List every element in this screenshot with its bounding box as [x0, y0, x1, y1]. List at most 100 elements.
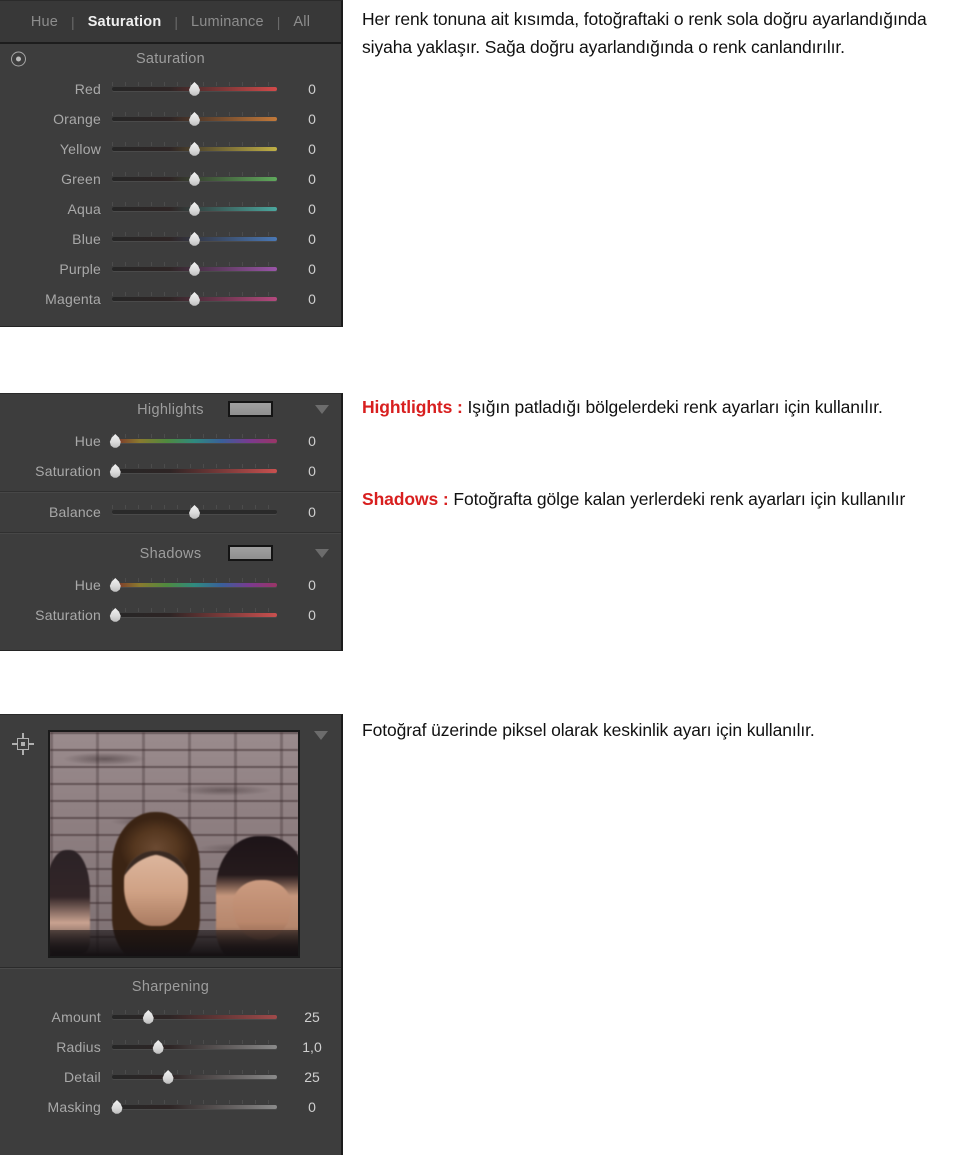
detail-panel: Sharpening Amount 25 Radius 1,0 Detail 25 Mask…	[0, 714, 343, 1155]
tab-saturation[interactable]: Saturation	[75, 14, 175, 30]
sharpening-masking-row: Masking 0	[0, 1092, 341, 1122]
sharpening-masking-slider[interactable]	[111, 1099, 277, 1115]
detail-preview-area	[0, 715, 341, 967]
splittone-balance-value[interactable]: 0	[287, 504, 341, 520]
hsl-blue-label: Blue	[72, 231, 101, 247]
shadows-hue-value[interactable]: 0	[287, 577, 341, 593]
sharpening-detail-value[interactable]: 25	[287, 1069, 341, 1085]
splittone-balance-slider[interactable]	[112, 504, 277, 520]
hsl-magenta-label: Magenta	[45, 291, 101, 307]
shadows-slider-list: Hue 0 Saturation 0	[0, 570, 341, 630]
sharpening-amount-label: Amount	[51, 1009, 101, 1025]
highlights-hue-track[interactable]	[112, 439, 277, 443]
sharpening-amount-ticks	[112, 1010, 277, 1014]
sharpening-masking-value[interactable]: 0	[287, 1099, 341, 1115]
sharpening-amount-track[interactable]	[112, 1015, 277, 1019]
shadows-hue-label: Hue	[74, 577, 101, 593]
hsl-yellow-value[interactable]: 0	[287, 141, 341, 157]
sharpening-detail-ticks	[112, 1070, 277, 1074]
sharpening-radius-track[interactable]	[112, 1045, 277, 1049]
shadows-color-swatch[interactable]	[228, 545, 273, 561]
hsl-yellow-slider[interactable]	[112, 141, 277, 157]
sharpening-radius-slider[interactable]	[112, 1039, 277, 1055]
shadows-hue-track[interactable]	[112, 583, 277, 587]
hsl-slider-list: Red 0 Orange 0 Yellow 0 Green 0 Aqua 0 Blue 0 Purple…	[0, 74, 341, 314]
crosshair-arm-bottom	[22, 750, 24, 755]
hsl-purple-slider[interactable]	[112, 261, 277, 277]
hsl-green-slider[interactable]	[112, 171, 277, 187]
hsl-color-panel: Hue | Saturation | Luminance | All Satur…	[0, 0, 343, 327]
preview-foreground-shadow	[50, 930, 298, 956]
tab-hue[interactable]: Hue	[18, 14, 71, 30]
hsl-red-slider[interactable]	[112, 81, 277, 97]
hsl-orange-value[interactable]: 0	[287, 111, 341, 127]
detail-chevron-down-icon[interactable]	[314, 731, 328, 740]
highlights-hue-value[interactable]: 0	[287, 433, 341, 449]
hsl-purple-value[interactable]: 0	[287, 261, 341, 277]
hsl-tab-strip: Hue | Saturation | Luminance | All	[0, 1, 341, 44]
shadows-saturation-slider[interactable]	[109, 607, 277, 623]
shadows-chevron-down-icon[interactable]	[315, 549, 329, 558]
sharpening-amount-slider[interactable]	[112, 1009, 277, 1025]
paragraph-shadows: Shadows : Fotoğrafta gölge kalan yerlerd…	[362, 485, 942, 513]
hsl-green-label: Green	[61, 171, 101, 187]
splittone-balance-label: Balance	[49, 504, 101, 520]
hsl-green-row: Green 0	[0, 164, 341, 194]
highlights-saturation-ticks	[112, 464, 277, 468]
shadows-saturation-row: Saturation 0	[0, 600, 341, 630]
hsl-aqua-slider[interactable]	[112, 201, 277, 217]
sharpening-detail-slider[interactable]	[112, 1069, 277, 1085]
shadows-saturation-value[interactable]: 0	[287, 607, 341, 623]
shadows-title: Shadows	[139, 546, 202, 562]
hsl-purple-row: Purple 0	[0, 254, 341, 284]
shadows-hue-row: Hue 0	[0, 570, 341, 600]
highlights-title: Highlights	[137, 402, 204, 418]
hsl-blue-slider[interactable]	[112, 231, 277, 247]
sharpening-radius-value[interactable]: 1,0	[287, 1039, 341, 1055]
sharpening-detail-track[interactable]	[112, 1075, 277, 1079]
paragraph-intro-text: Her renk tonuna ait kısımda, fotoğraftak…	[362, 9, 927, 58]
sharpening-preview-thumbnail[interactable]	[48, 730, 300, 958]
highlights-hue-ticks	[112, 434, 277, 438]
paragraph-intro: Her renk tonuna ait kısımda, fotoğraftak…	[362, 5, 956, 62]
highlights-saturation-row: Saturation 0	[0, 456, 341, 486]
hsl-section-title: Saturation	[135, 51, 206, 67]
shadows-hue-slider[interactable]	[109, 577, 277, 593]
hsl-blue-value[interactable]: 0	[287, 231, 341, 247]
sharpening-masking-ticks	[112, 1100, 277, 1104]
shadows-saturation-ticks	[112, 608, 277, 612]
highlights-saturation-track[interactable]	[112, 469, 277, 473]
splittone-balance-row: Balance 0	[0, 497, 341, 527]
target-adjust-icon[interactable]	[11, 51, 26, 67]
hsl-red-value[interactable]: 0	[287, 81, 341, 97]
highlights-color-swatch[interactable]	[228, 401, 273, 417]
sharpening-title: Sharpening	[131, 979, 210, 995]
sharpening-radius-ticks	[112, 1040, 277, 1044]
shadows-hue-ticks	[112, 578, 277, 582]
crosshair-target-icon[interactable]	[12, 733, 34, 755]
hsl-yellow-row: Yellow 0	[0, 134, 341, 164]
hsl-orange-label: Orange	[53, 111, 101, 127]
highlights-chevron-down-icon[interactable]	[315, 405, 329, 414]
tab-all[interactable]: All	[280, 14, 323, 30]
hsl-section-header: Saturation	[0, 44, 341, 74]
tab-luminance[interactable]: Luminance	[178, 14, 277, 30]
hsl-green-value[interactable]: 0	[287, 171, 341, 187]
hsl-red-label: Red	[74, 81, 101, 97]
sharpening-amount-value[interactable]: 25	[287, 1009, 341, 1025]
hsl-orange-row: Orange 0	[0, 104, 341, 134]
hsl-aqua-value[interactable]: 0	[287, 201, 341, 217]
hsl-aqua-row: Aqua 0	[0, 194, 341, 224]
hsl-purple-label: Purple	[59, 261, 101, 277]
sharpening-masking-track[interactable]	[112, 1105, 277, 1109]
hsl-orange-slider[interactable]	[112, 111, 277, 127]
highlights-saturation-value[interactable]: 0	[287, 463, 341, 479]
hsl-magenta-slider[interactable]	[112, 291, 277, 307]
crosshair-dot	[21, 742, 25, 746]
highlights-saturation-slider[interactable]	[109, 463, 277, 479]
hsl-magenta-value[interactable]: 0	[287, 291, 341, 307]
highlights-hue-slider[interactable]	[109, 433, 277, 449]
sharpening-note-text: Fotoğraf üzerinde piksel olarak keskinli…	[362, 720, 815, 740]
shadows-saturation-track[interactable]	[112, 613, 277, 617]
shadows-section-header: Shadows	[0, 538, 341, 570]
